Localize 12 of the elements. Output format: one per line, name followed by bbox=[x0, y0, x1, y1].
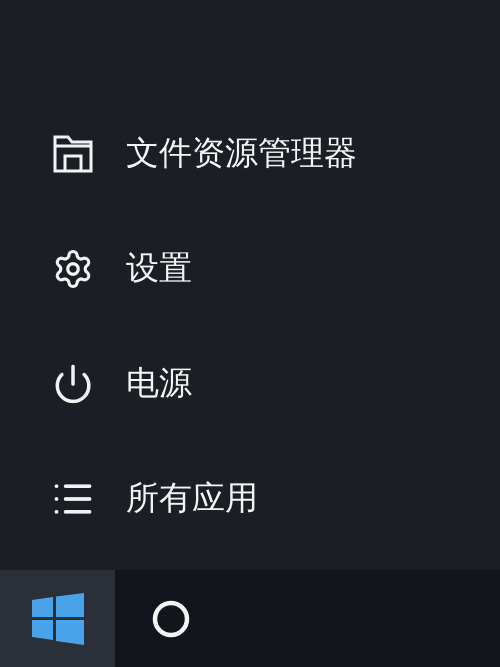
menu-item-label[interactable]: 文件资源管理器 bbox=[126, 131, 357, 176]
menu-item-label[interactable]: 所有应用 bbox=[126, 476, 258, 521]
menu-item-label[interactable]: 电源 bbox=[126, 361, 192, 406]
menu-item[interactable]: 文件资源管理器 bbox=[0, 97, 500, 212]
cortana-circle-icon bbox=[151, 598, 191, 638]
start-button[interactable] bbox=[0, 570, 115, 667]
menu-item[interactable]: 电源 bbox=[0, 327, 500, 442]
folder-icon bbox=[52, 134, 94, 174]
windows-logo-icon bbox=[32, 592, 84, 644]
menu-item-label[interactable]: 设置 bbox=[126, 246, 192, 291]
menu-item[interactable]: 所有应用 bbox=[0, 442, 500, 557]
menu-item[interactable]: 设置 bbox=[0, 212, 500, 327]
